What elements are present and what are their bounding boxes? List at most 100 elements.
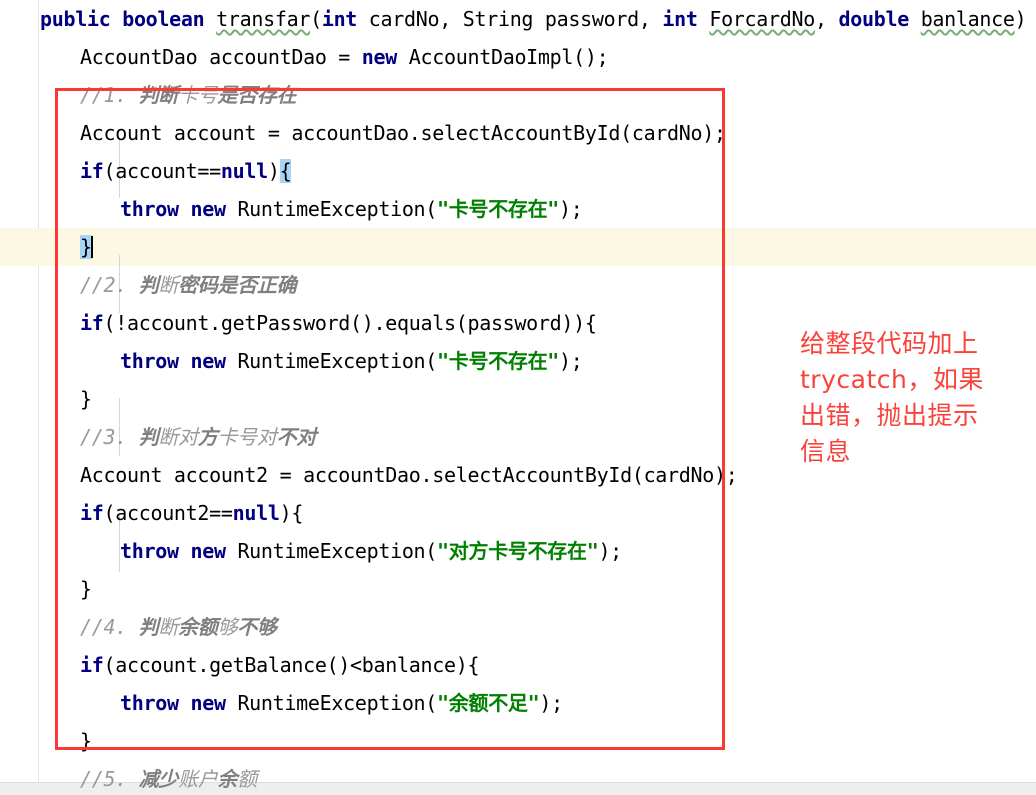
code-token: RuntimeException( [225,539,438,563]
code-token: ForcardNo [709,7,815,31]
code-line[interactable]: } [0,570,1036,608]
code-token: new [361,45,398,69]
annotation-line: 给整段代码加上 [800,329,979,358]
code-token: 不够 [237,615,277,639]
code-token: RuntimeException( [225,691,438,715]
code-token: //1. [80,83,139,107]
annotation-line: 出错，抛出提示 [800,401,979,430]
code-token: (account.getBalance()<banlance){ [103,653,480,677]
code-editor-screenshot: public boolean transfar(int cardNo, Stri… [0,0,1036,795]
code-line[interactable]: if(account.getBalance()<banlance){ [0,646,1036,684]
code-token: 是否存在 [217,83,297,107]
code-token: 账户 [178,767,218,791]
code-token: null [232,501,280,525]
code-line[interactable]: //1. 判断卡号是否存在 [0,76,1036,114]
code-token: //4. [80,615,139,639]
code-token: boolean [122,7,205,31]
code-token: RuntimeException( [225,349,438,373]
code-line[interactable]: AccountDao accountDao = new AccountDaoIm… [0,38,1036,76]
code-token: 方 [197,425,218,449]
code-token: Account account = accountDao.selectAccou… [80,121,726,145]
code-token: "卡号不存在" [437,349,560,373]
code-token: //2. [80,273,139,297]
code-token: new [190,349,226,373]
code-token: throw [120,349,179,373]
code-token: 断 [158,615,179,639]
code-token: } [80,729,92,753]
annotation-line: 信息 [800,437,852,466]
code-line[interactable]: //4. 判断余额够不够 [0,608,1036,646]
code-token: 判断 [138,83,179,107]
code-line[interactable]: throw new RuntimeException("卡号不存在"); [0,190,1036,228]
code-token: (account2== [103,501,233,525]
code-token: "卡号不存在" [437,197,560,221]
code-token: } [80,387,92,411]
code-line[interactable]: Account account = accountDao.selectAccou… [0,114,1036,152]
code-token: ){ [279,501,304,525]
code-line[interactable]: public boolean transfar(int cardNo, Stri… [0,0,1036,38]
code-token: double [838,7,909,31]
code-token: 减少 [138,767,179,791]
code-token: //5. [80,767,139,791]
code-token: (!account.getPassword().equals(password)… [103,311,597,335]
code-line[interactable]: } [0,722,1036,760]
code-token: banlance [920,7,1015,31]
code-token: throw [120,539,179,563]
code-token: 判 [138,273,159,297]
code-token: 卡号 [178,83,218,107]
code-token: ( [310,7,322,31]
code-line[interactable]: //2. 判断密码是否正确 [0,266,1036,304]
code-line[interactable]: if(account==null){ [0,152,1036,190]
code-token: if [80,653,104,677]
code-token: 余 [217,767,238,791]
code-token: "余额不足" [437,691,540,715]
code-token: { [279,159,292,183]
code-token: 判 [138,615,159,639]
code-token: 是否正确 [217,273,297,297]
code-token: cardNo, String password, [357,7,663,31]
code-token: throw [120,691,179,715]
code-token: "对方卡号不存在" [437,539,599,563]
code-token: if [80,501,104,525]
code-token: AccountDaoImpl(); [397,45,609,69]
code-token: 不对 [276,425,317,449]
annotation-line: trycatch，如果 [800,365,984,394]
annotation-note: 给整段代码加上 trycatch，如果 出错，抛出提示 信息 [800,326,1026,470]
code-token: 卡号对 [217,425,277,449]
code-token: ); [598,539,622,563]
code-token: throw [120,197,179,221]
code-line[interactable]: throw new RuntimeException("对方卡号不存在"); [0,532,1036,570]
code-token: (account== [103,159,221,183]
code-token: } [80,577,92,601]
editor-surface[interactable]: public boolean transfar(int cardNo, Stri… [0,0,1036,791]
code-token: new [190,197,226,221]
code-line[interactable]: } [0,228,1036,266]
code-token: new [190,691,226,715]
code-token: 够 [217,615,238,639]
code-token: transfar [216,7,311,31]
code-token: ) [267,159,280,183]
code-token: 额 [237,767,257,791]
code-token: ); [559,349,583,373]
code-token: if [80,311,104,335]
code-token: 断 [158,273,179,297]
code-token: new [190,539,226,563]
code-token: //3. [80,425,139,449]
code-token: ) { [1014,7,1027,31]
code-line[interactable]: if(account2==null){ [0,494,1036,532]
code-token: if [80,159,104,183]
code-token: ); [539,691,563,715]
code-token: ); [559,197,583,221]
code-token: int [321,7,358,31]
text-caret [90,236,93,258]
code-token: RuntimeException( [225,197,438,221]
code-token: 断对 [158,425,198,449]
code-line[interactable]: throw new RuntimeException("余额不足"); [0,684,1036,722]
